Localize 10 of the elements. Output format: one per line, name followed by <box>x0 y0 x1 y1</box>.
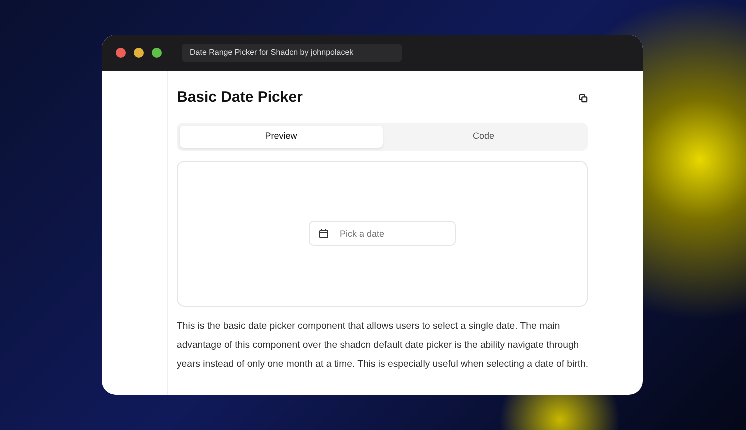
date-picker-field[interactable]: Pick a date <box>309 221 456 246</box>
description-text: This is the basic date picker component that allows users to select a single date. The main advantage of this component over the shadcn default date picker is the ability navigate through years instead of only one month at a time. This is especially useful when selecting a date of birth. <box>177 320 590 372</box>
tab[interactable]: Code <box>382 126 585 148</box>
window-title: Date Range Picker for Shadcn by johnpolacek <box>182 44 402 62</box>
close-window-icon[interactable] <box>116 48 126 58</box>
page-heading: Basic Date Picker <box>177 89 303 107</box>
minimize-window-icon[interactable] <box>134 48 144 58</box>
copy-icon[interactable] <box>579 94 588 102</box>
maximize-window-icon[interactable] <box>152 48 162 58</box>
tab[interactable]: Preview <box>180 126 382 148</box>
